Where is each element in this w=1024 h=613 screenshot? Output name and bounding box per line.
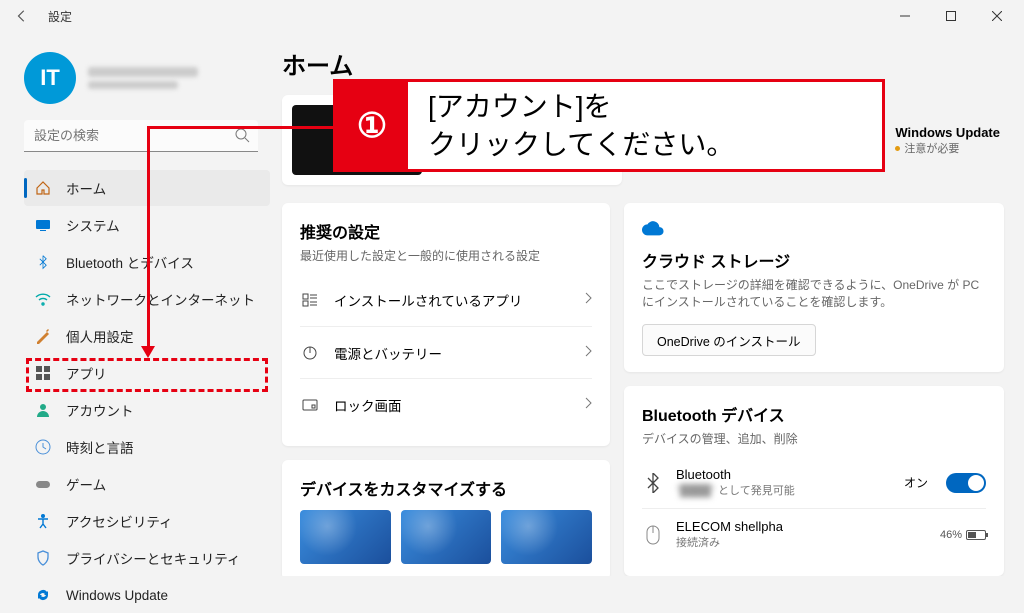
home-icon: [34, 179, 52, 197]
close-button[interactable]: [974, 0, 1020, 32]
sidebar-item-label: アプリ: [66, 363, 107, 383]
sidebar-item-network[interactable]: ネットワークとインターネット: [24, 281, 270, 317]
sidebar-item-label: システム: [66, 215, 120, 235]
bt-sub: デバイスの管理、追加、削除: [642, 430, 986, 447]
bluetooth-devices-card: Bluetooth デバイス デバイスの管理、追加、削除 Bluetooth "…: [624, 386, 1004, 576]
wu-title: Windows Update: [895, 125, 1000, 140]
avatar: IT: [24, 52, 76, 104]
theme-thumb[interactable]: [300, 510, 391, 564]
sidebar-item-bluetooth[interactable]: Bluetooth とデバイス: [24, 244, 270, 280]
sidebar-item-accessibility[interactable]: アクセシビリティ: [24, 503, 270, 539]
storage-desc: ここでストレージの詳細を確認できるように、OneDrive が PC にインスト…: [642, 276, 986, 310]
sidebar-item-label: ネットワークとインターネット: [66, 289, 255, 309]
theme-thumb[interactable]: [501, 510, 592, 564]
sidebar-item-privacy[interactable]: プライバシーとセキュリティ: [24, 540, 270, 576]
sidebar-item-update[interactable]: Windows Update: [24, 577, 270, 613]
recommended-title: 推奨の設定: [300, 219, 592, 243]
sidebar-item-time[interactable]: 時刻と言語: [24, 429, 270, 465]
battery-icon: [966, 530, 986, 540]
chevron-right-icon: [584, 344, 592, 362]
sidebar-item-label: Bluetooth とデバイス: [66, 252, 194, 272]
row-label: 電源とバッテリー: [334, 343, 570, 363]
recommended-row[interactable]: インストールされているアプリ: [300, 274, 592, 326]
device-name: ELECOM shellpha: [676, 519, 928, 534]
row-icon: [300, 397, 320, 413]
maximize-button[interactable]: [928, 0, 974, 32]
time-icon: [34, 438, 52, 456]
page-title: ホーム: [282, 46, 1004, 81]
arrow-head-icon: [141, 346, 155, 358]
storage-title: クラウド ストレージ: [642, 248, 986, 272]
search-icon: [234, 127, 250, 148]
bt-title: Bluetooth デバイス: [642, 402, 986, 426]
cloud-icon: [642, 219, 986, 242]
callout-text: [アカウント]を クリックしてください。: [408, 82, 754, 169]
device-battery: 46%: [940, 529, 986, 541]
wu-sub: 注意が必要: [895, 140, 1000, 156]
sidebar-item-system[interactable]: システム: [24, 207, 270, 243]
customize-title: デバイスをカスタマイズする: [300, 476, 592, 500]
bluetooth-icon: [642, 473, 664, 493]
mouse-icon: [642, 525, 664, 545]
row-icon: [300, 292, 320, 308]
sidebar-item-label: アカウント: [66, 400, 134, 420]
user-name-blurred: [88, 67, 198, 77]
game-icon: [34, 475, 52, 493]
sidebar-item-label: ホーム: [66, 178, 106, 198]
instruction-callout: ① [アカウント]を クリックしてください。: [333, 79, 885, 172]
network-icon: [34, 290, 52, 308]
row-icon: [300, 345, 320, 361]
toggle-state: オン: [904, 474, 928, 491]
onedrive-install-button[interactable]: OneDrive のインストール: [642, 324, 816, 356]
sidebar-item-label: Windows Update: [66, 588, 168, 603]
recommended-row[interactable]: 電源とバッテリー: [300, 326, 592, 378]
cloud-storage-card: クラウド ストレージ ここでストレージの詳細を確認できるように、OneDrive…: [624, 203, 1004, 372]
customize-card: デバイスをカスタマイズする: [282, 460, 610, 576]
accounts-icon: [34, 401, 52, 419]
sidebar-item-label: 個人用設定: [66, 326, 134, 346]
recommended-row[interactable]: ロック画面: [300, 378, 592, 430]
chevron-right-icon: [584, 396, 592, 414]
privacy-icon: [34, 549, 52, 567]
apps-icon: [34, 364, 52, 382]
sidebar-item-label: アクセシビリティ: [66, 511, 173, 531]
sidebar-item-label: プライバシーとセキュリティ: [66, 548, 240, 568]
callout-number: ①: [336, 82, 408, 169]
row-label: ロック画面: [334, 395, 570, 415]
search-input[interactable]: [24, 120, 258, 152]
recommended-settings-card: 推奨の設定 最近使用した設定と一般的に使用される設定 インストールされているアプ…: [282, 203, 610, 446]
minimize-button[interactable]: [882, 0, 928, 32]
window-title: 設定: [48, 8, 72, 25]
sidebar-item-label: ゲーム: [66, 474, 106, 494]
system-icon: [34, 216, 52, 234]
accessibility-icon: [34, 512, 52, 530]
bluetooth-icon: [34, 253, 52, 271]
sidebar-item-home[interactable]: ホーム: [24, 170, 270, 206]
theme-thumb[interactable]: [401, 510, 492, 564]
personalize-icon: [34, 327, 52, 345]
sidebar-item-game[interactable]: ゲーム: [24, 466, 270, 502]
user-email-blurred: [88, 81, 178, 89]
bt-toggle-name: Bluetooth: [676, 467, 892, 482]
recommended-sub: 最近使用した設定と一般的に使用される設定: [300, 247, 592, 264]
sidebar-item-label: 時刻と言語: [66, 437, 134, 457]
row-label: インストールされているアプリ: [334, 290, 570, 310]
sidebar-item-accounts[interactable]: アカウント: [24, 392, 270, 428]
device-status: 接続済み: [676, 534, 928, 550]
update-icon: [34, 586, 52, 604]
user-block[interactable]: IT: [24, 44, 270, 116]
sidebar-item-apps[interactable]: アプリ: [24, 355, 270, 391]
bluetooth-toggle[interactable]: [946, 473, 986, 493]
back-button[interactable]: [12, 6, 32, 26]
chevron-right-icon: [584, 291, 592, 309]
